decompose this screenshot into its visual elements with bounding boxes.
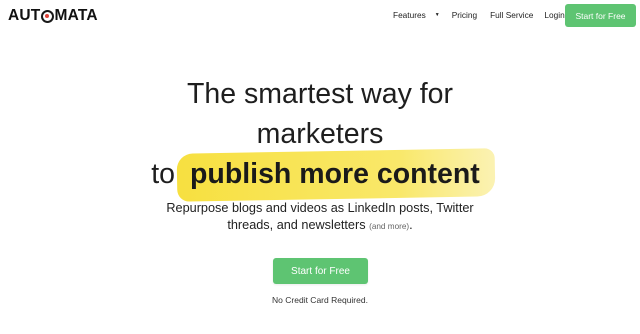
logo-target-icon	[40, 9, 54, 23]
subtitle-period: .	[409, 218, 413, 232]
subtitle-line-2: threads, and newsletters	[227, 218, 366, 232]
subtitle-and-more: (and more)	[369, 222, 410, 231]
nav-full-service-link[interactable]: Full Service	[490, 10, 533, 20]
nav-pricing-link[interactable]: Pricing	[452, 10, 477, 20]
nav-features-label: Features	[393, 10, 426, 20]
top-navbar: AUT MATA Features ▼ Pricing Full Service…	[0, 0, 640, 32]
logo-text-end: MATA	[54, 7, 98, 24]
subtitle-line-1: Repurpose blogs and videos as LinkedIn p…	[166, 201, 474, 215]
hero-headline: The smartest way for marketers to publis…	[0, 74, 640, 194]
headline-line-2: marketers	[256, 118, 384, 150]
headline-line-3: to publish more content	[0, 154, 640, 194]
nav-start-free-button[interactable]: Start for Free	[565, 4, 636, 27]
hero-section: The smartest way for marketers to publis…	[0, 74, 640, 194]
headline-prefix: to	[151, 158, 175, 190]
caret-down-icon: ▼	[434, 12, 440, 18]
logo-text-start: AUT	[8, 7, 41, 24]
no-credit-card-note: No Credit Card Required.	[272, 295, 368, 305]
nav-links: Features ▼ Pricing Full Service Login	[393, 10, 565, 20]
headline-highlight: publish more content	[181, 154, 489, 194]
nav-features-dropdown[interactable]: Features ▼	[393, 10, 440, 20]
hero-subtitle: Repurpose blogs and videos as LinkedIn p…	[0, 200, 640, 235]
headline-line-1: The smartest way for	[186, 78, 454, 110]
nav-login-link[interactable]: Login	[544, 10, 564, 20]
automata-logo[interactable]: AUT MATA	[8, 6, 98, 26]
hero-start-free-button[interactable]: Start for Free	[273, 258, 368, 284]
